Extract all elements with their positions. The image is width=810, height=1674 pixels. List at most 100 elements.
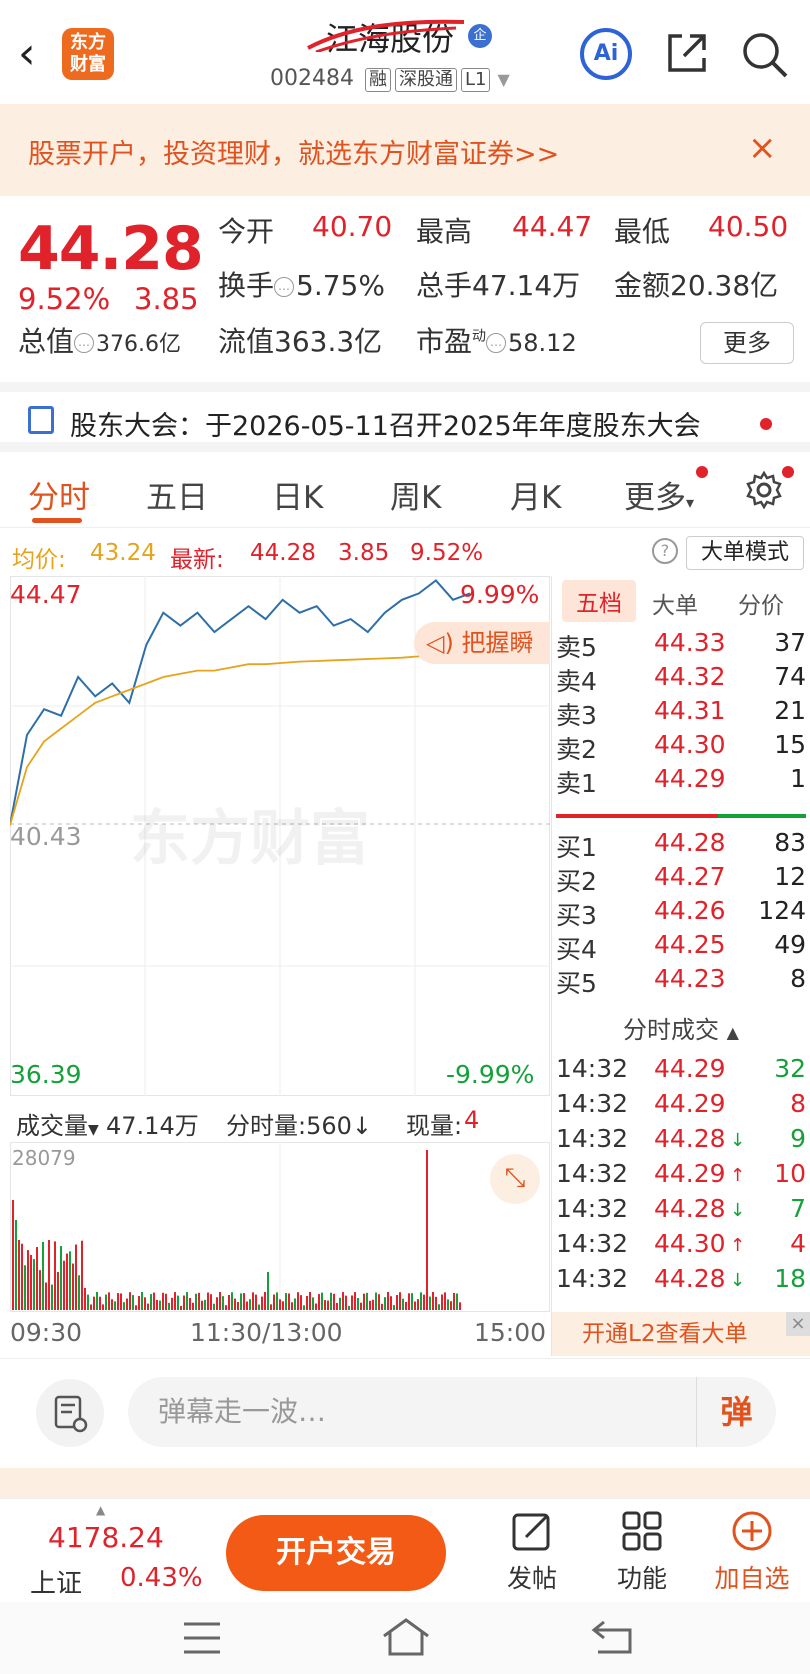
volume-bar (147, 1303, 149, 1310)
big-order-mode-button[interactable]: 大单模式 (686, 536, 804, 570)
tab-monthly-k[interactable]: 月K (510, 472, 561, 517)
share-icon[interactable] (664, 30, 710, 76)
info-icon[interactable]: … (74, 333, 95, 353)
dropdown-caret-icon[interactable]: ▼ (497, 70, 509, 89)
bid-vol: 8 (790, 964, 806, 993)
ask-row[interactable]: 卖5 44.33 37 (556, 628, 806, 664)
ask-label: 卖5 (556, 633, 597, 662)
tab-weekly-k[interactable]: 周K (390, 472, 441, 517)
tab-five-levels[interactable]: 五档 (562, 580, 636, 622)
float-value: 363.3亿 (274, 325, 383, 358)
ask-row[interactable]: 卖3 44.31 21 (556, 696, 806, 732)
volume-bar (132, 1295, 134, 1310)
high-label: 最高 (416, 215, 473, 248)
ask-row[interactable]: 卖4 44.32 74 (556, 662, 806, 698)
tick-row: 14:32 44.28 ↓ 7 (556, 1194, 806, 1230)
top-header: ‹ 东方 财富 江海股份 企 002484 融深股通 L1 ▼ Ai (0, 0, 810, 104)
add-watchlist-button[interactable]: 加自选 (702, 1509, 802, 1595)
time-end: 15:00 (474, 1318, 547, 1347)
bid-price: 44.27 (654, 862, 726, 891)
ask-vol: 21 (774, 696, 806, 725)
bid-row[interactable]: 买3 44.26 124 (556, 896, 806, 932)
search-icon[interactable] (740, 30, 790, 80)
volume-bar (285, 1293, 287, 1310)
bid-row[interactable]: 买5 44.23 8 (556, 964, 806, 1000)
gear-icon[interactable] (744, 470, 784, 510)
volume-bar (441, 1294, 443, 1310)
danmu-settings-icon[interactable] (36, 1379, 104, 1447)
tab-big-orders[interactable]: 大单 (652, 586, 698, 620)
ask-row[interactable]: 卖1 44.29 1 (556, 764, 806, 800)
float-row: 流值363.3亿 (218, 320, 382, 360)
index-value[interactable]: 4178.24 (48, 1521, 164, 1554)
close-icon[interactable]: × (786, 1312, 810, 1336)
volume-bar (312, 1297, 314, 1310)
volume-bar (396, 1294, 398, 1310)
volume-chart[interactable] (10, 1142, 550, 1312)
stock-code-row[interactable]: 002484 融深股通 L1 ▼ (270, 66, 510, 94)
l2-upgrade-button[interactable]: 开通L2查看大单 (552, 1312, 810, 1356)
latest-change: 3.85 (338, 540, 390, 566)
tab-price-dist[interactable]: 分价 (738, 586, 784, 620)
ask-row[interactable]: 卖2 44.30 15 (556, 730, 806, 766)
amount-label: 金额 (614, 269, 671, 302)
menu-icon[interactable] (182, 1620, 222, 1656)
volume-bar (162, 1292, 164, 1310)
amount-value: 20.38亿 (670, 269, 779, 302)
tick-time: 14:32 (556, 1124, 629, 1153)
bid-row[interactable]: 买1 44.28 83 (556, 828, 806, 864)
tag-margin: 融 (364, 68, 391, 92)
tick-price: 44.29 (654, 1054, 726, 1083)
ask-vol: 15 (774, 730, 806, 759)
volume-bar (393, 1305, 395, 1310)
expand-icon[interactable]: ⤡ (490, 1154, 540, 1204)
tab-intraday[interactable]: 分时 (28, 472, 90, 517)
bid-row[interactable]: 买2 44.27 12 (556, 862, 806, 898)
volume-bar (198, 1292, 200, 1310)
volume-bar (402, 1298, 404, 1310)
volume-bar (69, 1251, 71, 1310)
promo-banner[interactable]: 股票开户，投资理财，就选东方财富证券>> × (0, 104, 810, 196)
open-account-trade-button[interactable]: 开户交易 (226, 1515, 446, 1591)
volume-row: 成交量▼ 47.14万 分时量:560↓ 现量: 4 (10, 1098, 550, 1142)
help-icon[interactable]: ? (652, 538, 678, 564)
tag-connect: 深股通 (394, 68, 457, 92)
back-nav-icon[interactable] (590, 1616, 638, 1656)
tab-more[interactable]: 更多▾ (624, 472, 694, 517)
tab-five-day[interactable]: 五日 (146, 472, 208, 517)
mktcap-label: 总值 (18, 325, 75, 358)
volume-total: 47.14万 (106, 1112, 199, 1140)
ticks-title[interactable]: 分时成交 ▲ (552, 1010, 810, 1045)
volume-bar (144, 1297, 146, 1310)
ai-assistant-icon[interactable]: Ai (580, 28, 632, 80)
info-icon[interactable]: … (486, 333, 507, 353)
danmu-send-button[interactable]: 弹 (696, 1377, 776, 1447)
tab-daily-k[interactable]: 日K (272, 472, 323, 517)
volume-label: 总手 (416, 269, 473, 302)
grasp-moment-button[interactable]: ◁) 把握瞬 (414, 622, 550, 664)
back-icon[interactable]: ‹ (18, 28, 54, 80)
notice-text[interactable]: 股东大会：于2026-05-11召开2025年年度股东大会 (70, 404, 701, 443)
volume-bar (273, 1294, 275, 1310)
volume-bar (102, 1304, 104, 1310)
notice-bar[interactable]: 股东大会：于2026-05-11召开2025年年度股东大会 (0, 382, 810, 452)
volume-selector[interactable]: 成交量▼ (16, 1106, 99, 1141)
orderbook-tabs: 五档 大单 分价 (552, 580, 810, 624)
volume-bar (45, 1282, 47, 1310)
enterprise-badge: 企 (468, 24, 492, 48)
caret-up-icon: ▲ (726, 1023, 739, 1042)
home-icon[interactable] (380, 1614, 432, 1658)
info-icon[interactable]: … (274, 277, 295, 297)
danmu-input[interactable]: 弹幕走一波… (128, 1377, 776, 1447)
banner-text[interactable]: 股票开户，投资理财，就选东方财富证券>> (28, 132, 559, 171)
tick-arrow: ↓ (730, 1270, 746, 1291)
close-icon[interactable]: × (748, 128, 777, 168)
function-button[interactable]: 功能 (592, 1509, 692, 1595)
post-button[interactable]: 发帖 (482, 1509, 582, 1595)
more-button[interactable]: 更多 (700, 322, 794, 364)
bid-row[interactable]: 买4 44.25 49 (556, 930, 806, 966)
volume-bar (159, 1300, 161, 1310)
volume-bar (192, 1302, 194, 1310)
pe-sup: 动 (472, 328, 487, 345)
volume-bar (117, 1293, 119, 1310)
